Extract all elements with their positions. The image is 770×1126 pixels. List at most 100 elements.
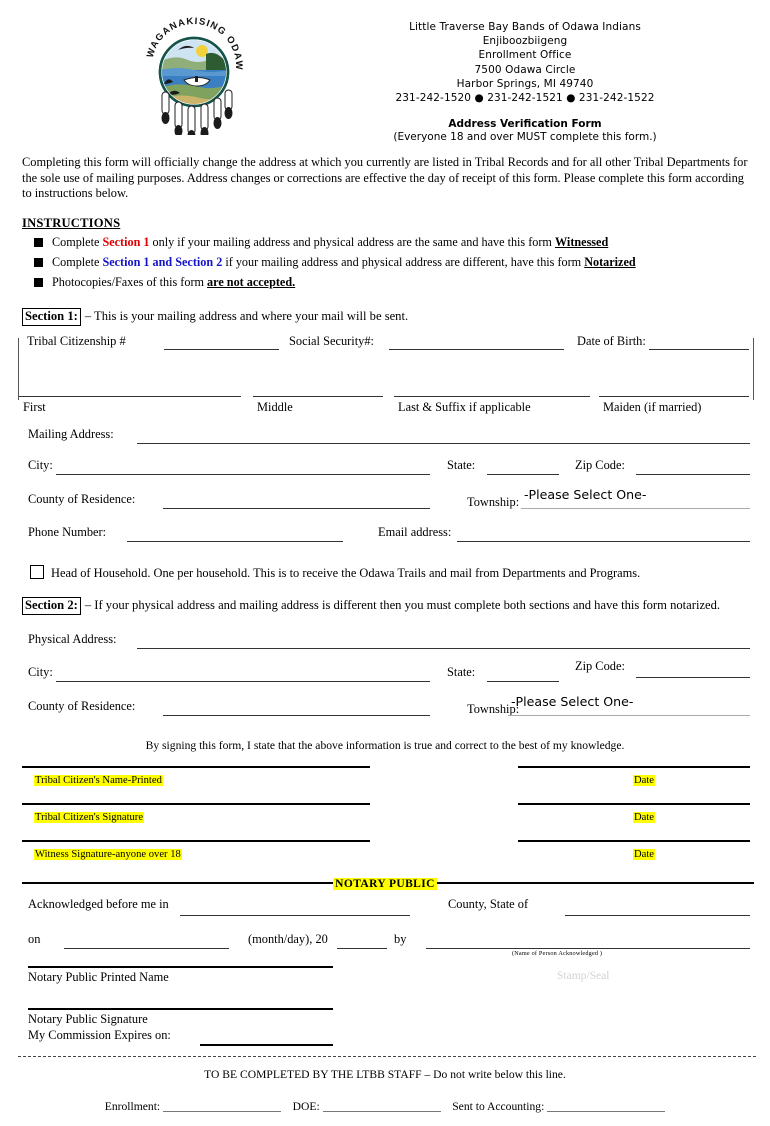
date-input-2[interactable] — [518, 802, 750, 805]
township-select-2[interactable]: -Please Select One- — [511, 694, 633, 709]
notary-printed-name-input[interactable] — [28, 965, 333, 968]
maiden-name-input[interactable] — [599, 395, 749, 397]
page-subtitle: (Everyone 18 and over MUST complete this… — [393, 131, 657, 144]
witness-signature-input[interactable] — [22, 839, 370, 842]
signature-row-signature: Tribal Citizen's Signature Date — [0, 802, 770, 840]
notarized-emphasis: Notarized — [584, 254, 636, 269]
head-of-household-label: Head of Household. One per household. Th… — [51, 565, 641, 580]
mailing-address-label: Mailing Address: — [28, 426, 114, 441]
org-address-block: Little Traverse Bay Bands of Odawa India… — [270, 10, 770, 143]
township-underline-2 — [508, 714, 750, 716]
county-input-2[interactable] — [163, 714, 430, 716]
notary-date-row: on (month/day), 20 by (Name of Person Ac… — [0, 926, 770, 958]
bullet-square-icon — [34, 277, 43, 287]
org-line-4: Harbor Springs, MI 49740 — [456, 77, 594, 90]
physical-address-input[interactable] — [137, 647, 750, 649]
zip-label-1: Zip Code: — [575, 457, 625, 472]
tribal-seal-logo: WAGANAKISING ODAWA — [136, 2, 270, 142]
ack-county-input[interactable] — [180, 914, 410, 916]
section1-2-emphasis: Section 1 and Section 2 — [102, 254, 223, 269]
form-header: WAGANAKISING ODAWA — [0, 0, 770, 143]
year-input[interactable] — [337, 947, 387, 949]
county-input-1[interactable] — [163, 507, 430, 509]
section-2-heading: Section 2: – If your physical address an… — [22, 596, 770, 615]
stamp-seal-placeholder: Stamp/Seal — [557, 969, 610, 982]
acknowledged-label: Acknowledged before me in — [28, 896, 169, 911]
org-phone-line: 231-242-1520 ● 231-242-1521 ● 231-242-15… — [395, 92, 655, 105]
city-state-zip-row-1: City: State: Zip Code: — [0, 455, 770, 486]
zip-input-1[interactable] — [636, 473, 750, 475]
last-label: Last & Suffix if applicable — [398, 399, 531, 414]
county-label-1: County of Residence: — [28, 491, 136, 506]
notary-signature-input[interactable] — [28, 1007, 333, 1010]
org-line-2: Enrollment Office — [478, 49, 572, 62]
signature-row-witness: Witness Signature-anyone over 18 Date — [0, 839, 770, 870]
maiden-label: Maiden (if married) — [603, 399, 702, 414]
notary-signature-row: Notary Public Signature My Commission Ex… — [0, 990, 770, 1046]
seal-icon: WAGANAKISING ODAWA — [136, 2, 243, 142]
first-name-input[interactable] — [19, 395, 241, 397]
last-name-input[interactable] — [394, 395, 590, 397]
notary-ack-row: Acknowledged before me in County, State … — [0, 890, 770, 926]
enrollment-input[interactable] — [163, 1100, 282, 1112]
email-input[interactable] — [457, 540, 750, 542]
staff-note: TO BE COMPLETED BY THE LTBB STAFF – Do n… — [204, 1067, 566, 1081]
instruction-text-3: Photocopies/Faxes of this form are not a… — [52, 274, 296, 289]
dob-input[interactable] — [649, 348, 749, 350]
state-label-2: State: — [447, 664, 476, 679]
id-row: Tribal Citizenship # Social Security#: D… — [19, 334, 753, 356]
head-of-household-row[interactable]: Head of Household. One per household. Th… — [30, 564, 770, 581]
tribal-citizen-signature-input[interactable] — [22, 802, 370, 805]
on-date-input[interactable] — [64, 947, 229, 949]
township-select-1[interactable]: -Please Select One- — [524, 487, 646, 502]
date-input-3[interactable] — [518, 839, 750, 842]
county-state-of-label: County, State of — [448, 896, 529, 911]
doe-input[interactable] — [322, 1100, 441, 1112]
physical-address-row: Physical Address: — [0, 629, 770, 660]
county-township-row-1: County of Residence: Township: -Please S… — [0, 486, 770, 522]
date-label-3: Date — [633, 848, 655, 860]
email-label: Email address: — [378, 524, 452, 539]
name-field-labels: First Middle Last & Suffix if applicable… — [19, 400, 753, 420]
city-label-2: City: — [28, 664, 53, 679]
date-input-1[interactable] — [518, 765, 750, 768]
phone-input[interactable] — [127, 540, 343, 542]
section-1-description: – This is your mailing address and where… — [84, 308, 409, 323]
head-of-household-checkbox[interactable] — [30, 564, 44, 579]
by-label: by — [394, 931, 407, 946]
instruction-item-3: Photocopies/Faxes of this form are not a… — [34, 275, 770, 290]
tribal-citizen-printed-name-input[interactable] — [22, 765, 370, 768]
state-input-2[interactable] — [487, 680, 559, 682]
county-state-input[interactable] — [565, 914, 750, 916]
township-underline-1 — [521, 507, 750, 509]
notary-public-banner: NOTARY PUBLIC — [0, 874, 770, 890]
person-acknowledged-caption: (Name of Person Acknowledged ) — [512, 949, 603, 957]
intro-paragraph: Completing this form will officially cha… — [22, 155, 748, 201]
ssn-label: Social Security#: — [289, 333, 374, 348]
city-input-2[interactable] — [56, 680, 430, 682]
org-line-3: 7500 Odawa Circle — [474, 63, 576, 76]
notary-printed-name-label: Notary Public Printed Name — [28, 969, 169, 984]
section-1-tag: Section 1: — [22, 307, 81, 326]
commission-expires-input[interactable] — [200, 1043, 333, 1046]
person-acknowledged-input[interactable] — [426, 947, 750, 949]
state-input-1[interactable] — [487, 473, 559, 475]
mailing-address-input[interactable] — [137, 442, 750, 444]
mailing-address-row: Mailing Address: — [0, 424, 770, 455]
tribal-citizenship-input[interactable] — [164, 348, 279, 350]
ssn-input[interactable] — [389, 348, 564, 350]
section-2-description: – If your physical address and mailing a… — [84, 597, 721, 612]
middle-name-input[interactable] — [253, 395, 383, 397]
tribal-citizen-signature-label: Tribal Citizen's Signature — [34, 811, 145, 823]
sent-to-accounting-input[interactable] — [547, 1100, 666, 1112]
notary-printed-name-row: Notary Public Printed Name Stamp/Seal — [0, 958, 770, 990]
tribal-citizen-name-label: Tribal Citizen's Name-Printed — [34, 774, 163, 786]
signature-row-printed-name: Tribal Citizen's Name-Printed Date — [0, 765, 770, 803]
township-label-1: Township: — [467, 494, 520, 509]
instruction-item-2: Complete Section 1 and Section 2 if your… — [34, 255, 770, 270]
city-input-1[interactable] — [56, 473, 430, 475]
middle-label: Middle — [257, 399, 293, 414]
notary-signature-label: Notary Public Signature — [28, 1011, 148, 1026]
date-label-2: Date — [633, 811, 655, 823]
zip-input-2[interactable] — [636, 676, 750, 678]
